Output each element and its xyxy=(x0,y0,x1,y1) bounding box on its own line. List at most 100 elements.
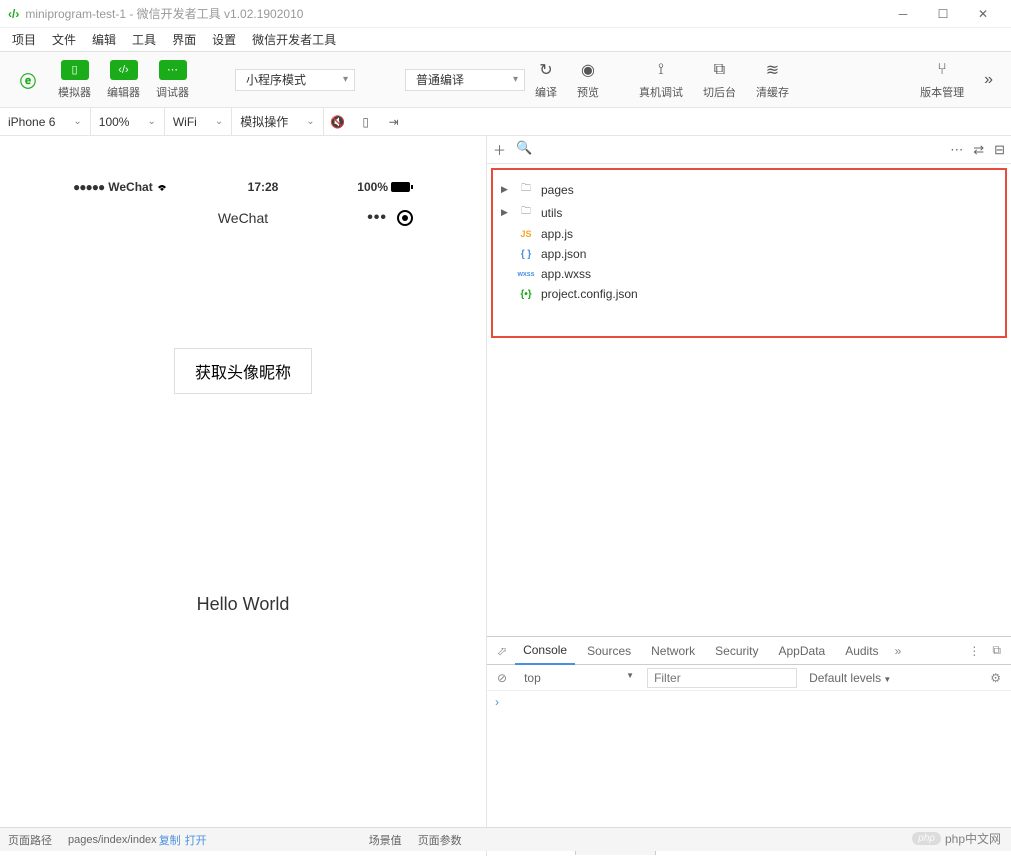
file-tree: ▶ 🗀 pages ▶ 🗀 utils JS app.js { } app.js… xyxy=(491,168,1007,338)
minimize-button[interactable]: ─ xyxy=(883,0,923,28)
debugger-toggle[interactable]: ⋯ 调试器 xyxy=(150,58,195,102)
file-app-json[interactable]: { } app.json xyxy=(497,244,1001,264)
split-icon[interactable]: ⊟ xyxy=(994,142,1005,158)
layers-icon: ⧉ xyxy=(714,60,725,80)
exit-icon[interactable]: ⇥ xyxy=(380,115,408,129)
device-select[interactable]: iPhone 6⌄ xyxy=(0,108,91,135)
menu-devtools[interactable]: 微信开发者工具 xyxy=(244,29,344,50)
bug-icon: ⋯ xyxy=(159,60,187,80)
devtools-tabs: ⬀ Console Sources Network Security AppDa… xyxy=(487,637,1011,665)
maximize-button[interactable]: ☐ xyxy=(923,0,963,28)
caret-icon: ▶ xyxy=(501,207,511,218)
compile-button[interactable]: ↻ 编译 xyxy=(525,58,567,102)
clear-console-icon[interactable]: ⊘ xyxy=(493,671,511,685)
background-button[interactable]: ⧉ 切后台 xyxy=(693,58,746,102)
target-icon[interactable] xyxy=(397,210,413,226)
console-filter-bar: ⊘ top Default levels ⚙ xyxy=(487,665,1011,691)
right-pane: ＋ 🔍 ⋯ ⇄ ⊟ ▶ 🗀 pages ▶ 🗀 utils JS a xyxy=(486,136,1011,856)
folder-icon: 🗀 xyxy=(517,181,535,198)
menu-tools[interactable]: 工具 xyxy=(124,29,164,50)
more-icon[interactable]: ⋯ xyxy=(950,142,963,158)
simulator-toggle[interactable]: ▯ 模拟器 xyxy=(52,58,97,102)
page-params-label: 页面参数 xyxy=(418,832,462,848)
devtools-dock-icon[interactable]: ⧉ xyxy=(988,643,1005,658)
editor-toggle[interactable]: ‹/› 编辑器 xyxy=(101,58,146,102)
php-logo: php xyxy=(912,832,941,845)
wxss-icon: wxss xyxy=(517,271,535,278)
menu-project[interactable]: 项目 xyxy=(4,29,44,50)
tab-sources[interactable]: Sources xyxy=(579,638,639,664)
refresh-icon: ↻ xyxy=(539,60,552,80)
battery-indicator: 100% xyxy=(357,180,413,194)
app-icon: ‹/› xyxy=(8,7,19,21)
stack-icon: ≋ xyxy=(766,60,779,80)
phone-content: 获取头像昵称 Hello World xyxy=(63,238,423,856)
toolbar-more[interactable]: » xyxy=(974,68,1003,92)
tab-network[interactable]: Network xyxy=(643,638,703,664)
tab-security[interactable]: Security xyxy=(707,638,766,664)
zoom-select[interactable]: 100%⌄ xyxy=(91,108,165,135)
menu-dots-icon[interactable]: ••• xyxy=(367,209,387,227)
carrier-label: WeChat xyxy=(108,180,152,194)
folder-pages[interactable]: ▶ 🗀 pages xyxy=(497,178,1001,201)
close-button[interactable]: ✕ xyxy=(963,0,1003,28)
preview-button[interactable]: ◉ 预览 xyxy=(567,58,609,102)
menu-interface[interactable]: 界面 xyxy=(164,29,204,50)
page-icon[interactable]: ▯ xyxy=(352,115,380,129)
filter-input[interactable] xyxy=(647,668,797,688)
simulator: ●●●●● WeChat 17:28 100% WeChat ••• xyxy=(0,136,486,856)
js-icon: JS xyxy=(517,229,535,239)
config-icon: {•} xyxy=(517,289,535,300)
tab-audits[interactable]: Audits xyxy=(837,638,886,664)
devtools-menu-icon[interactable]: ⋮ xyxy=(964,644,984,658)
add-file-icon[interactable]: ＋ xyxy=(493,140,506,159)
open-link[interactable]: 打开 xyxy=(185,832,207,848)
network-select[interactable]: WiFi⌄ xyxy=(165,108,232,135)
compile-select[interactable]: 普通编译 xyxy=(405,69,525,91)
console-settings-icon[interactable]: ⚙ xyxy=(986,671,1005,685)
menubar: 项目 文件 编辑 工具 界面 设置 微信开发者工具 xyxy=(0,28,1011,52)
search-icon[interactable]: 🔍 xyxy=(516,140,532,159)
chevrons-icon: » xyxy=(984,70,993,90)
branch-icon: ⑂ xyxy=(937,60,947,80)
folder-icon: 🗀 xyxy=(517,204,535,221)
clear-cache-button[interactable]: ≋ 清缓存 xyxy=(746,58,799,102)
context-select[interactable]: top xyxy=(519,668,639,688)
file-project-config[interactable]: {•} project.config.json xyxy=(497,284,1001,304)
hello-text: Hello World xyxy=(197,594,290,615)
antenna-icon: ⟟ xyxy=(658,60,664,80)
remote-debug-button[interactable]: ⟟ 真机调试 xyxy=(629,58,693,102)
levels-select[interactable]: Default levels xyxy=(805,669,895,687)
menu-file[interactable]: 文件 xyxy=(44,29,84,50)
devtools: ⬀ Console Sources Network Security AppDa… xyxy=(487,636,1011,856)
json-icon: { } xyxy=(517,249,535,260)
main-area: ●●●●● WeChat 17:28 100% WeChat ••• xyxy=(0,136,1011,856)
page-path-value: pages/index/index xyxy=(68,834,157,846)
file-app-js[interactable]: JS app.js xyxy=(497,224,1001,244)
mute-icon[interactable]: 🔇 xyxy=(324,115,352,129)
file-app-wxss[interactable]: wxss app.wxss xyxy=(497,264,1001,284)
mode-select[interactable]: 小程序模式 xyxy=(235,69,355,91)
tab-console[interactable]: Console xyxy=(515,637,575,665)
mock-action-select[interactable]: 模拟操作⌄ xyxy=(232,108,323,135)
menu-edit[interactable]: 编辑 xyxy=(84,29,124,50)
tabs-more-icon[interactable]: » xyxy=(891,644,906,658)
menu-settings[interactable]: 设置 xyxy=(204,29,244,50)
toolbar: ⓔ ▯ 模拟器 ‹/› 编辑器 ⋯ 调试器 小程序模式 普通编译 ↻ 编译 ◉ … xyxy=(0,52,1011,108)
inspect-icon[interactable]: ⬀ xyxy=(493,644,511,658)
caret-icon: ▶ xyxy=(501,184,511,195)
folder-utils[interactable]: ▶ 🗀 utils xyxy=(497,201,1001,224)
secondary-toolbar: iPhone 6⌄ 100%⌄ WiFi⌄ 模拟操作⌄ 🔇 ▯ ⇥ xyxy=(0,108,1011,136)
editor-area xyxy=(487,342,1011,636)
tab-appdata[interactable]: AppData xyxy=(771,638,834,664)
collapse-icon[interactable]: ⇄ xyxy=(973,142,984,158)
logo-button[interactable]: ⓔ xyxy=(8,68,48,92)
logo-icon: ⓔ xyxy=(14,70,42,90)
get-avatar-button[interactable]: 获取头像昵称 xyxy=(174,348,312,394)
phone-status-bar: ●●●●● WeChat 17:28 100% xyxy=(63,176,423,198)
version-mgmt-button[interactable]: ⑂ 版本管理 xyxy=(910,58,974,102)
console-output[interactable]: › xyxy=(487,691,1011,832)
copy-link[interactable]: 复制 xyxy=(159,832,181,848)
eye-icon: ◉ xyxy=(581,60,595,80)
scene-label: 场景值 xyxy=(369,832,402,848)
